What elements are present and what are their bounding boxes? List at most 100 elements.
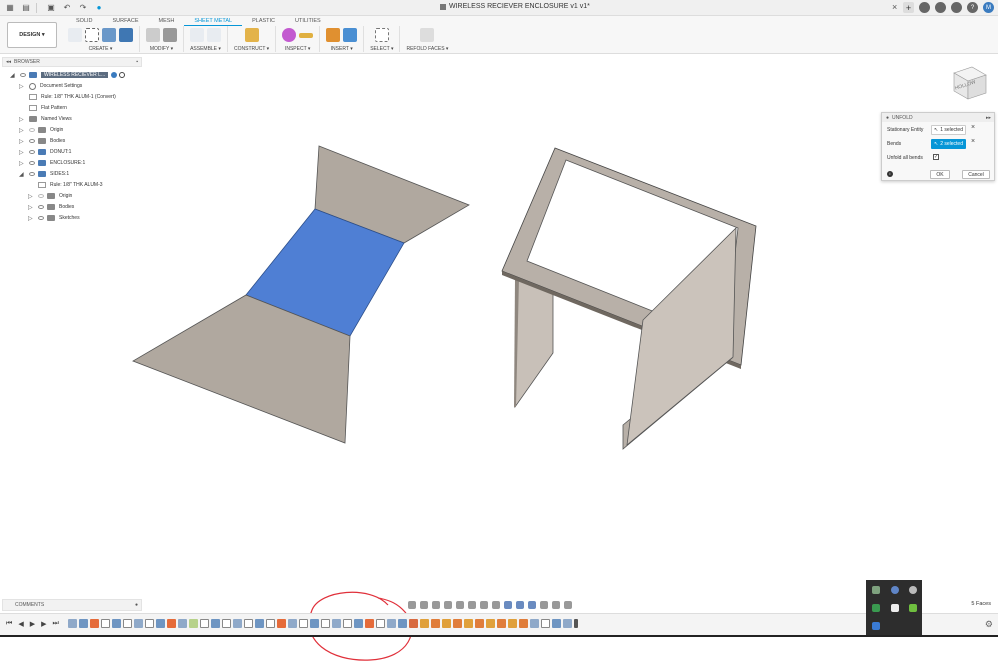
notifications-icon[interactable] (951, 2, 962, 13)
viewports-icon[interactable] (492, 601, 500, 609)
enclosure-model[interactable] (501, 147, 757, 450)
visibility-icon[interactable] (29, 161, 35, 165)
visibility-icon[interactable] (20, 73, 26, 77)
timeline-feature[interactable] (453, 619, 462, 628)
visibility-icon[interactable] (29, 172, 35, 176)
flat-flange-bottom[interactable] (132, 294, 351, 444)
flat-pattern-model[interactable] (132, 145, 470, 444)
go-to-end-icon[interactable]: ⏭ (52, 620, 58, 628)
fit-icon[interactable] (456, 601, 464, 609)
timeline-feature[interactable] (486, 619, 495, 628)
collapsed-icon[interactable]: ▷ (19, 149, 25, 156)
timeline-feature[interactable] (299, 619, 308, 628)
tree-rule-sides[interactable]: Rule: 1/8" THK ALUM-3 (38, 180, 103, 190)
timeline-feature[interactable] (266, 619, 275, 628)
zoom-icon[interactable] (444, 601, 452, 609)
timeline-feature[interactable] (101, 619, 110, 628)
pin-icon[interactable]: ▪ (136, 59, 138, 65)
timeline-feature[interactable] (530, 619, 539, 628)
collapsed-icon[interactable]: ▷ (19, 116, 25, 123)
grid-settings-icon[interactable] (480, 601, 488, 609)
refold-icon[interactable] (163, 28, 177, 42)
user-avatar-icon[interactable]: M (983, 2, 994, 13)
tab-mesh[interactable]: MESH (149, 17, 185, 26)
timeline-feature[interactable] (123, 619, 132, 628)
create-menu[interactable]: CREATE ▾ (89, 46, 113, 52)
tray-app-icon[interactable] (909, 586, 917, 594)
timeline-feature[interactable] (343, 619, 352, 628)
enclosure-frame-thickness[interactable] (502, 271, 741, 369)
tray-app-icon[interactable] (909, 604, 917, 612)
display-settings-icon[interactable] (468, 601, 476, 609)
timeline-feature[interactable] (145, 619, 154, 628)
tree-sides-bodies[interactable]: ▷ Bodies (28, 202, 74, 212)
visibility-icon[interactable] (29, 139, 35, 143)
enclosure-top-opening[interactable] (526, 159, 739, 341)
timeline-feature[interactable] (321, 619, 330, 628)
timeline-feature[interactable] (464, 619, 473, 628)
new-tab-icon[interactable]: + (903, 2, 914, 13)
tab-solid[interactable]: SOLID (66, 17, 103, 26)
construct-menu[interactable]: CONSTRUCT ▾ (234, 46, 269, 52)
joint-icon[interactable] (207, 28, 221, 42)
effects-icon[interactable] (552, 601, 560, 609)
orbit-icon[interactable] (408, 601, 416, 609)
save-icon[interactable]: ▣ (45, 2, 57, 14)
timeline-feature[interactable] (387, 619, 396, 628)
collapsed-icon[interactable]: ▷ (19, 127, 25, 134)
app-grid-icon[interactable]: ▦ (4, 2, 16, 14)
timeline-feature[interactable] (200, 619, 209, 628)
create-sketch-icon[interactable] (85, 28, 99, 42)
look-at-icon[interactable] (420, 601, 428, 609)
sheet-metal-rules-icon[interactable] (119, 28, 133, 42)
timeline-feature[interactable] (475, 619, 484, 628)
expanded-icon[interactable]: ◢ (19, 171, 25, 178)
hidden-edges-view-icon[interactable] (528, 601, 536, 609)
timeline-feature[interactable] (409, 619, 418, 628)
browser-header[interactable]: ◂◂ BROWSER ▪ (2, 57, 142, 67)
play-icon[interactable]: ▶ (30, 620, 35, 628)
pan-icon[interactable] (432, 601, 440, 609)
help-icon[interactable]: ? (967, 2, 978, 13)
timeline-feature[interactable] (563, 619, 572, 628)
timeline-feature[interactable] (310, 619, 319, 628)
visibility-icon[interactable] (29, 150, 35, 154)
timeline-feature[interactable] (552, 619, 561, 628)
go-to-start-icon[interactable]: ⏮ (6, 620, 12, 628)
expand-dialog-icon[interactable]: ▸▸ (986, 115, 991, 121)
timeline-feature[interactable] (431, 619, 440, 628)
ok-button[interactable]: OK (930, 170, 950, 179)
timeline-feature[interactable] (244, 619, 253, 628)
stationary-entity-select[interactable]: ↖ 1 selected (931, 125, 966, 135)
tray-app-icon[interactable] (891, 604, 899, 612)
insert-menu[interactable]: INSERT ▾ (331, 46, 353, 52)
unfold-all-bends-checkbox[interactable]: ✓ (933, 154, 939, 160)
collapsed-icon[interactable]: ▷ (28, 215, 34, 222)
timeline-feature[interactable] (420, 619, 429, 628)
select-menu[interactable]: SELECT ▾ (370, 46, 393, 52)
collapsed-icon[interactable]: ▷ (19, 138, 25, 145)
collapsed-icon[interactable]: ▷ (28, 193, 34, 200)
timeline-feature[interactable] (79, 619, 88, 628)
tab-surface[interactable]: SURFACE (103, 17, 149, 26)
tree-donut[interactable]: ▷ DONUT:1 (19, 147, 71, 157)
timeline-feature[interactable] (134, 619, 143, 628)
refold-faces-icon[interactable] (420, 28, 435, 42)
tree-bodies[interactable]: ▷ Bodies (19, 136, 65, 146)
collapsed-icon[interactable]: ▷ (28, 204, 34, 211)
tray-app-icon[interactable] (872, 604, 880, 612)
extensions-icon[interactable] (919, 2, 930, 13)
tray-app-icon[interactable] (891, 586, 899, 594)
tree-document-settings[interactable]: ▷ Document Settings (19, 81, 82, 91)
redo-icon[interactable]: ↷ (77, 2, 89, 14)
expanded-icon[interactable]: ◢ (10, 72, 16, 79)
cancel-button[interactable]: Cancel (962, 170, 990, 179)
timeline-feature[interactable] (442, 619, 451, 628)
tree-sides-sketches[interactable]: ▷ Sketches (28, 213, 80, 223)
timeline-feature[interactable] (354, 619, 363, 628)
insert-canvas-icon[interactable] (343, 28, 358, 42)
timeline-feature[interactable] (68, 619, 77, 628)
timeline-feature[interactable] (508, 619, 517, 628)
offset-plane-icon[interactable] (244, 28, 259, 42)
assemble-menu[interactable]: ASSEMBLE ▾ (190, 46, 221, 52)
